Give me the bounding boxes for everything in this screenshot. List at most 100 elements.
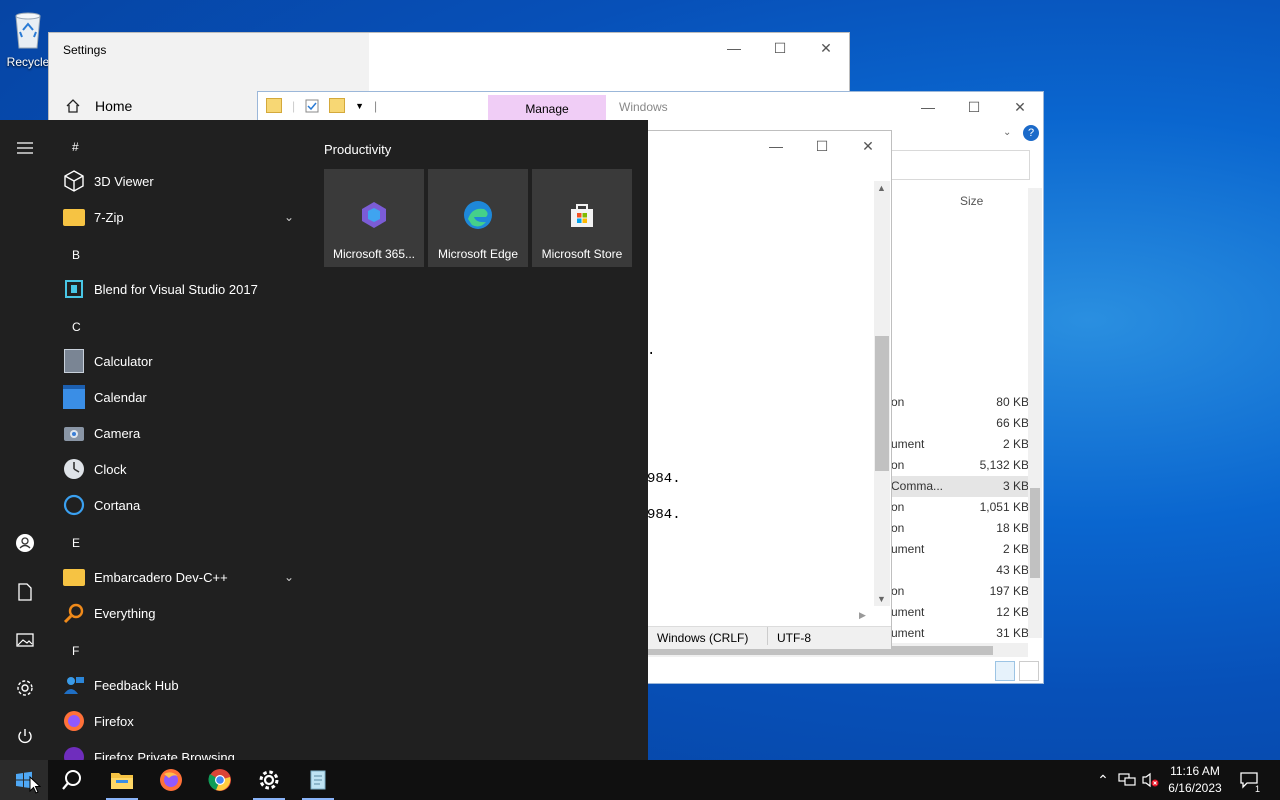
firefox-icon (62, 709, 86, 733)
search-box[interactable] (888, 150, 1030, 180)
search-icon (62, 770, 81, 790)
letter-header[interactable]: F (72, 644, 79, 658)
file-row[interactable]: on 197 KB (891, 581, 1031, 602)
tile-microsoft-edge[interactable]: Microsoft Edge (428, 169, 528, 267)
new-folder-icon[interactable] (329, 98, 346, 113)
documents-icon[interactable] (13, 580, 37, 604)
tile-group-header[interactable]: Productivity (324, 142, 391, 157)
taskbar-chrome[interactable] (196, 760, 244, 800)
letter-header[interactable]: # (72, 140, 79, 154)
properties-icon[interactable] (305, 99, 319, 113)
mouse-cursor-icon (29, 775, 42, 797)
large-icons-view-icon[interactable] (1019, 661, 1039, 681)
app-cortana[interactable]: Cortana (62, 487, 302, 523)
recycle-bin-icon (15, 12, 41, 49)
app-7-zip[interactable]: 7-Zip ⌄ (62, 199, 302, 235)
app-calendar[interactable]: Calendar (62, 379, 302, 415)
app-everything[interactable]: Everything (62, 595, 302, 631)
settings-home-link[interactable]: Home (65, 98, 132, 114)
maximize-button[interactable]: ☐ (799, 131, 845, 161)
tile-microsoft-365[interactable]: Microsoft 365... (324, 169, 424, 267)
search-button[interactable] (48, 760, 96, 800)
letter-header[interactable]: E (72, 536, 80, 550)
blend-icon (62, 277, 86, 301)
pictures-icon[interactable] (13, 628, 37, 652)
close-button[interactable]: ✕ (997, 92, 1043, 122)
taskbar-firefox[interactable] (147, 760, 195, 800)
firefox-private-icon (62, 745, 86, 760)
scroll-down-icon[interactable]: ▼ (877, 594, 886, 604)
system-clock[interactable]: 11:16 AM 6/16/2023 (1160, 763, 1230, 797)
app-feedback-hub[interactable]: Feedback Hub (62, 667, 302, 703)
size-column-header[interactable]: Size (960, 194, 983, 208)
edge-icon (464, 201, 492, 229)
tile-microsoft-store[interactable]: Microsoft Store (532, 169, 632, 267)
file-row[interactable]: on 5,132 KB (891, 455, 1031, 476)
start-menu: # 3D Viewer 7-Zip ⌄ B Blend for Visual S… (0, 120, 648, 760)
app-calculator[interactable]: Calculator (62, 343, 302, 379)
details-view-icon[interactable] (995, 661, 1015, 681)
explorer-vertical-scrollbar[interactable] (1028, 188, 1042, 638)
text-line: 984. (647, 507, 681, 523)
explorer-title-bar: | ▼ | Manage Windows — ☐ ✕ (258, 92, 1043, 122)
taskbar-settings[interactable] (245, 760, 293, 800)
hamburger-menu-icon[interactable] (13, 136, 37, 160)
action-center-button[interactable]: 1 (1236, 760, 1262, 800)
notification-count: 1 (1254, 784, 1260, 794)
manage-tab[interactable]: Manage (488, 95, 606, 122)
user-account-icon[interactable] (13, 531, 37, 555)
file-row[interactable]: on 80 KB (891, 392, 1031, 413)
minimize-button[interactable]: — (905, 92, 951, 122)
app-firefox-private[interactable]: Firefox Private Browsing (62, 739, 302, 760)
clock-icon (62, 457, 86, 481)
close-button[interactable]: ✕ (803, 33, 849, 63)
line-ending-status: Windows (CRLF) (657, 631, 749, 645)
settings-gear-icon[interactable] (13, 676, 37, 700)
app-blend[interactable]: Blend for Visual Studio 2017 (62, 271, 302, 307)
file-row[interactable]: ument 2 KB (891, 539, 1031, 560)
app-firefox[interactable]: Firefox (62, 703, 302, 739)
file-row[interactable]: ument 12 KB (891, 602, 1031, 623)
file-row[interactable]: 43 KB (891, 560, 1031, 581)
microsoft-365-icon (362, 202, 386, 228)
settings-home-label: Home (95, 98, 133, 114)
notepad-vertical-scrollbar[interactable]: ▲ ▼ (874, 181, 890, 606)
minimize-button[interactable]: — (753, 131, 799, 161)
letter-header[interactable]: C (72, 320, 81, 334)
taskbar-notepad[interactable] (294, 760, 342, 800)
taskbar: ⌃ 11:16 AM 6/16/2023 1 (0, 760, 1280, 800)
settings-title: Settings (63, 43, 107, 57)
clock-date: 6/16/2023 (1168, 781, 1222, 795)
app-3d-viewer[interactable]: 3D Viewer (62, 163, 302, 199)
recycle-bin-label: Recycle (6, 55, 50, 69)
letter-header[interactable]: B (72, 248, 80, 262)
scroll-up-icon[interactable]: ▲ (877, 183, 886, 193)
network-icon[interactable] (1116, 760, 1138, 800)
expand-ribbon-icon[interactable]: ⌄ (1003, 127, 1011, 138)
app-clock[interactable]: Clock (62, 451, 302, 487)
scroll-thumb[interactable] (1030, 488, 1040, 578)
power-icon[interactable] (13, 724, 37, 748)
file-row[interactable]: on 1,051 KB (891, 497, 1031, 518)
chevron-down-icon: ⌄ (283, 570, 294, 584)
file-row-selected[interactable]: Comma... 3 KB (891, 476, 1031, 497)
maximize-button[interactable]: ☐ (951, 92, 997, 122)
app-embarcadero[interactable]: Embarcadero Dev-C++ ⌄ (62, 559, 302, 595)
close-button[interactable]: ✕ (845, 131, 891, 161)
minimize-button[interactable]: — (711, 33, 757, 63)
help-icon[interactable]: ? (1023, 125, 1039, 141)
file-row[interactable]: ument 31 KB (891, 623, 1031, 644)
folder-icon[interactable] (266, 98, 282, 113)
maximize-button[interactable]: ☐ (757, 33, 803, 63)
file-row[interactable]: 66 KB (891, 413, 1031, 434)
taskbar-file-explorer[interactable] (98, 760, 146, 800)
volume-muted-icon[interactable] (1140, 760, 1162, 800)
scroll-right-icon[interactable]: ▶ (859, 610, 866, 621)
app-camera[interactable]: Camera (62, 415, 302, 451)
scroll-thumb[interactable] (875, 336, 889, 471)
customize-qat-icon[interactable]: ▼ (355, 101, 364, 111)
show-hidden-icons-chevron-up-icon[interactable]: ⌃ (1094, 760, 1112, 800)
cube-icon (62, 169, 86, 193)
file-row[interactable]: ument 2 KB (891, 434, 1031, 455)
file-row[interactable]: on 18 KB (891, 518, 1031, 539)
